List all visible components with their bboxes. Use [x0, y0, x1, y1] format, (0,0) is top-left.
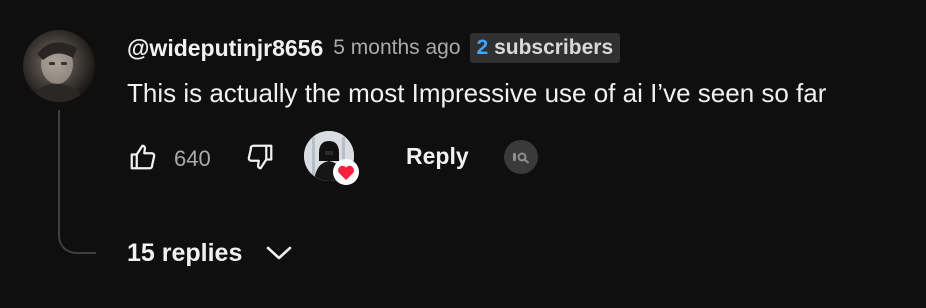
like-button[interactable] — [127, 141, 159, 173]
thumbs-down-icon — [247, 144, 273, 170]
author-avatar[interactable] — [23, 30, 95, 102]
reply-button[interactable]: Reply — [406, 143, 469, 170]
replies-count-label: 15 replies — [127, 238, 243, 267]
author-handle[interactable]: @wideputinjr8656 — [127, 35, 323, 62]
link-button[interactable] — [504, 140, 538, 174]
comment-thread: @wideputinjr8656 5 months ago 2 subscrib… — [0, 0, 926, 308]
like-count: 640 — [174, 146, 211, 171]
link-icon — [513, 152, 529, 164]
comment-body: This is actually the most Impressive use… — [127, 78, 827, 108]
subscriber-count: 2 — [476, 36, 489, 59]
chevron-down-icon — [264, 238, 294, 268]
subscriber-badge: 2 subscribers — [469, 33, 621, 63]
thumbs-up-icon — [130, 144, 156, 170]
comment-header: @wideputinjr8656 5 months ago 2 subscrib… — [127, 33, 621, 63]
heart-icon — [332, 159, 360, 185]
subscriber-label: subscribers — [494, 36, 614, 59]
comment-actions: 640 Reply — [127, 131, 687, 185]
replies-toggle[interactable]: 15 replies — [127, 238, 294, 268]
dislike-button[interactable] — [244, 141, 276, 173]
creator-heart[interactable] — [304, 131, 360, 185]
thread-connector-line — [58, 110, 96, 254]
comment-timestamp[interactable]: 5 months ago — [333, 36, 460, 60]
